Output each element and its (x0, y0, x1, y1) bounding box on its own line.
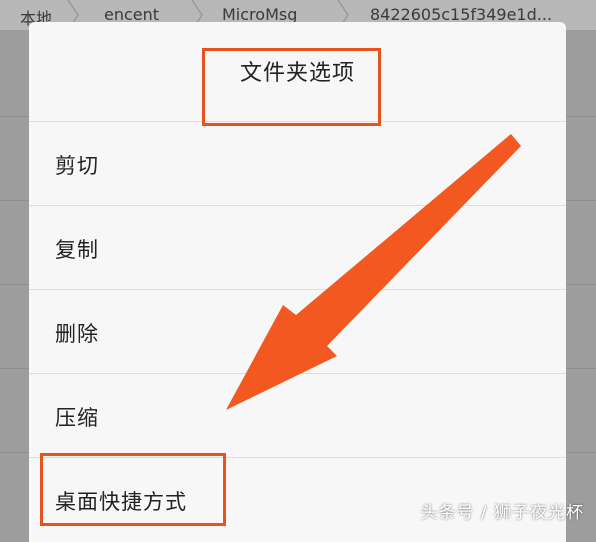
menu-item-label: 压缩 (55, 406, 99, 430)
menu-item-label: 剪切 (55, 154, 99, 178)
menu-item-label: 删除 (55, 322, 99, 346)
menu-item-cut[interactable]: 剪切 (29, 121, 566, 205)
title-highlight-box (202, 48, 381, 126)
menu-item-copy[interactable]: 复制 (29, 205, 566, 289)
watermark: 头条号 / 狮子夜光杯 (420, 503, 584, 523)
menu-item-delete[interactable]: 删除 (29, 289, 566, 373)
menu-item-compress[interactable]: 压缩 (29, 373, 566, 457)
shortcut-highlight-box (40, 453, 226, 526)
menu-item-label: 复制 (55, 238, 99, 262)
